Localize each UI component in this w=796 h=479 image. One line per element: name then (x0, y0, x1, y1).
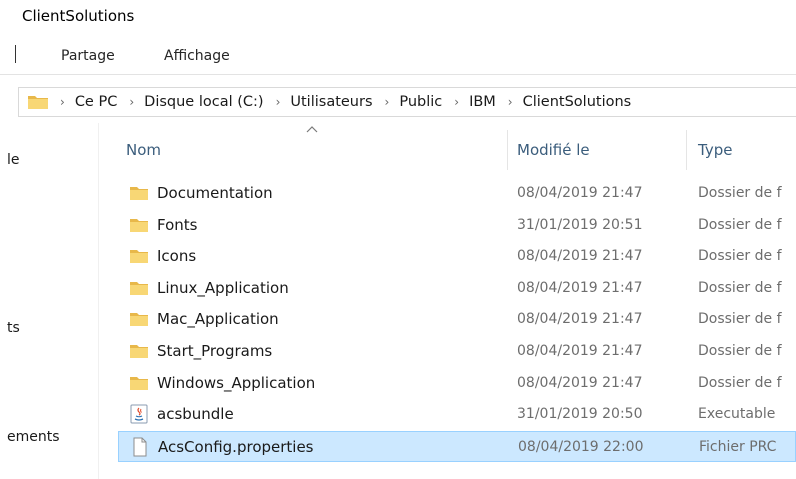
breadcrumb-ce-pc[interactable]: Ce PC (75, 94, 118, 110)
ribbon-tab-cut-edge (15, 45, 16, 63)
folder-icon (28, 96, 48, 109)
file-row[interactable]: Fonts 31/01/2019 20:51 Dossier de f (118, 210, 796, 241)
file-row[interactable]: Mac_Application 08/04/2019 21:47 Dossier d… (118, 304, 796, 335)
breadcrumb-public[interactable]: Public (399, 94, 442, 110)
column-separator[interactable] (507, 130, 508, 170)
chevron-right-icon[interactable]: › (60, 95, 65, 109)
folder-icon (129, 278, 149, 298)
file-type: Dossier de f (698, 185, 782, 201)
file-type: Dossier de f (698, 311, 782, 327)
file-row[interactable]: Windows_Application 08/04/2019 21:47 Dossi… (118, 368, 796, 399)
breadcrumb-clientsolutions[interactable]: ClientSolutions (523, 94, 632, 110)
file-modified-date: 08/04/2019 21:47 (517, 185, 643, 201)
folder-icon (129, 183, 149, 203)
file-modified-date: 08/04/2019 22:00 (518, 439, 644, 455)
column-header-name[interactable]: Nom (126, 141, 161, 159)
window-title: ClientSolutions (22, 7, 135, 25)
chevron-right-icon[interactable]: › (454, 95, 459, 109)
file-type: Dossier de f (698, 343, 782, 359)
folder-icon (129, 246, 149, 266)
chevron-right-icon[interactable]: › (508, 95, 513, 109)
file-name[interactable]: acsbundle (157, 405, 234, 423)
file-name[interactable]: Start_Programs (157, 342, 272, 360)
file-type: Dossier de f (698, 217, 782, 233)
tab-partage[interactable]: Partage (61, 48, 115, 64)
file-row[interactable]: Start_Programs 08/04/2019 21:47 Dossier de… (118, 336, 796, 367)
chevron-right-icon[interactable]: › (276, 95, 281, 109)
tab-affichage[interactable]: Affichage (164, 48, 230, 64)
sort-ascending-icon (306, 126, 318, 133)
file-modified-date: 31/01/2019 20:51 (517, 217, 643, 233)
file-row[interactable]: Icons 08/04/2019 21:47 Dossier de f (118, 241, 796, 272)
file-type: Dossier de f (698, 280, 782, 296)
file-row[interactable]: AcsConfig.properties 08/04/2019 22:00 Fich… (118, 431, 796, 462)
address-bar[interactable]: › Ce PC › Disque local (C:) › Utilisateu… (18, 87, 796, 117)
nav-pane-divider (98, 123, 99, 479)
column-header-type[interactable]: Type (698, 141, 732, 159)
file-name[interactable]: Linux_Application (157, 279, 289, 297)
file-modified-date: 31/01/2019 20:50 (517, 406, 643, 422)
nav-item-2[interactable]: ts (7, 320, 20, 336)
breadcrumb-utilisateurs[interactable]: Utilisateurs (290, 94, 372, 110)
file-name[interactable]: AcsConfig.properties (158, 438, 314, 456)
column-header-modified[interactable]: Modifié le (517, 141, 590, 159)
file-modified-date: 08/04/2019 21:47 (517, 343, 643, 359)
chevron-right-icon[interactable]: › (129, 95, 134, 109)
folder-icon (129, 309, 149, 329)
file-modified-date: 08/04/2019 21:47 (517, 375, 643, 391)
file-type: Executable (698, 406, 776, 422)
file-type: Fichier PRC (699, 439, 777, 455)
file-modified-date: 08/04/2019 21:47 (517, 280, 643, 296)
file-modified-date: 08/04/2019 21:47 (517, 248, 643, 264)
file-modified-date: 08/04/2019 21:47 (517, 311, 643, 327)
file-name[interactable]: Fonts (157, 216, 197, 234)
file-row[interactable]: Linux_Application 08/04/2019 21:47 Dossier… (118, 273, 796, 304)
breadcrumb-ibm[interactable]: IBM (469, 94, 496, 110)
file-name[interactable]: Icons (157, 247, 196, 265)
nav-item-3[interactable]: ements (7, 429, 60, 445)
file-name[interactable]: Mac_Application (157, 310, 279, 328)
file-type: Dossier de f (698, 375, 782, 391)
ribbon-tab-bar: Partage Affichage (0, 40, 796, 75)
folder-icon (129, 215, 149, 235)
file-name[interactable]: Documentation (157, 184, 273, 202)
file-row[interactable]: acsbundle 31/01/2019 20:50 Executable (118, 399, 796, 430)
folder-icon (129, 341, 149, 361)
file-name[interactable]: Windows_Application (157, 374, 315, 392)
java-jar-icon (129, 404, 149, 424)
file-row[interactable]: Documentation 08/04/2019 21:47 Dossier de … (118, 178, 796, 209)
column-separator[interactable] (686, 130, 687, 170)
file-type: Dossier de f (698, 248, 782, 264)
folder-icon (129, 373, 149, 393)
document-icon (130, 437, 150, 457)
chevron-right-icon[interactable]: › (385, 95, 390, 109)
nav-item-1[interactable]: le (7, 152, 20, 168)
breadcrumb-disque-local[interactable]: Disque local (C:) (144, 94, 263, 110)
